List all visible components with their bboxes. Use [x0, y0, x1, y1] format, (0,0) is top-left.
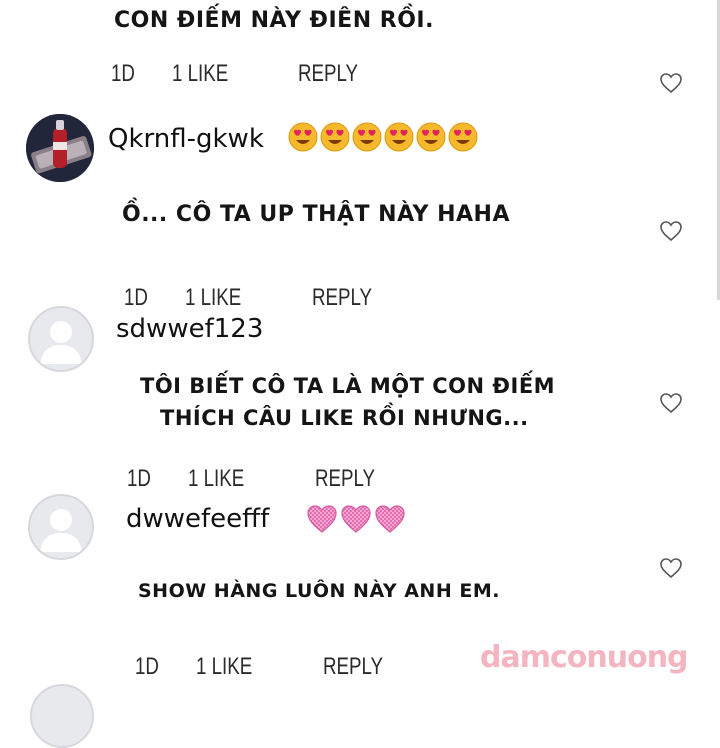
reply-button-3[interactable]: REPLY [315, 465, 375, 493]
avatar[interactable] [28, 306, 94, 372]
comment-text-1: CON ĐIẾM NÀY ĐIÊN RỒI. [114, 8, 434, 33]
reply-button-4[interactable]: REPLY [323, 653, 383, 681]
avatar[interactable] [30, 684, 94, 748]
heart-outline-icon[interactable] [659, 72, 683, 94]
pink-heart-emoji [307, 505, 337, 533]
comment-age-3: 1D [127, 465, 151, 492]
heart-outline-icon[interactable] [659, 557, 683, 579]
heart-eyes-emoji [416, 122, 446, 152]
default-avatar-icon [40, 321, 82, 364]
comment-age-1: 1D [111, 60, 135, 87]
heart-eyes-emoji [352, 122, 382, 152]
comment-text-3-line-2: THÍCH CÂU LIKE RỒI NHƯNG... [160, 406, 529, 430]
watermark: damconuong [480, 640, 689, 675]
user-photo-icon [26, 114, 94, 182]
default-avatar-icon [40, 509, 82, 552]
comment-age-2: 1D [124, 284, 148, 311]
comment-likes-4[interactable]: 1 LIKE [196, 653, 252, 681]
comment-likes-3[interactable]: 1 LIKE [188, 465, 244, 493]
reply-button-2[interactable]: REPLY [312, 284, 372, 312]
heart-eyes-emoji [288, 122, 318, 152]
avatar[interactable] [26, 114, 94, 182]
heart-eyes-emoji-row [288, 122, 478, 152]
pink-heart-emoji [375, 505, 405, 533]
heart-eyes-emoji [320, 122, 350, 152]
comment-text-2: Ồ... CÔ TA UP THẬT NÀY HAHA [122, 202, 510, 227]
avatar[interactable] [28, 494, 94, 560]
username-qkrnfl[interactable]: Qkrnfl-gkwk [108, 124, 264, 154]
pink-heart-emoji [341, 505, 371, 533]
heart-eyes-emoji [448, 122, 478, 152]
comment-text-3-line-1: TÔI BIẾT CÔ TA LÀ MỘT CON ĐIẾM [140, 374, 556, 398]
heart-eyes-emoji [384, 122, 414, 152]
username-dwwefeefff[interactable]: dwwefeefff [126, 504, 269, 534]
heart-outline-icon[interactable] [659, 220, 683, 242]
pink-heart-emoji-row [306, 504, 406, 534]
comment-text-4: SHOW HÀNG LUÔN NÀY ANH EM. [138, 580, 500, 602]
comment-age-4: 1D [135, 653, 159, 680]
comment-likes-1[interactable]: 1 LIKE [172, 60, 228, 88]
username-sdwwef123[interactable]: sdwwef123 [116, 314, 263, 344]
comment-likes-2[interactable]: 1 LIKE [185, 284, 241, 312]
reply-button-1[interactable]: REPLY [298, 60, 358, 88]
heart-outline-icon[interactable] [659, 392, 683, 414]
